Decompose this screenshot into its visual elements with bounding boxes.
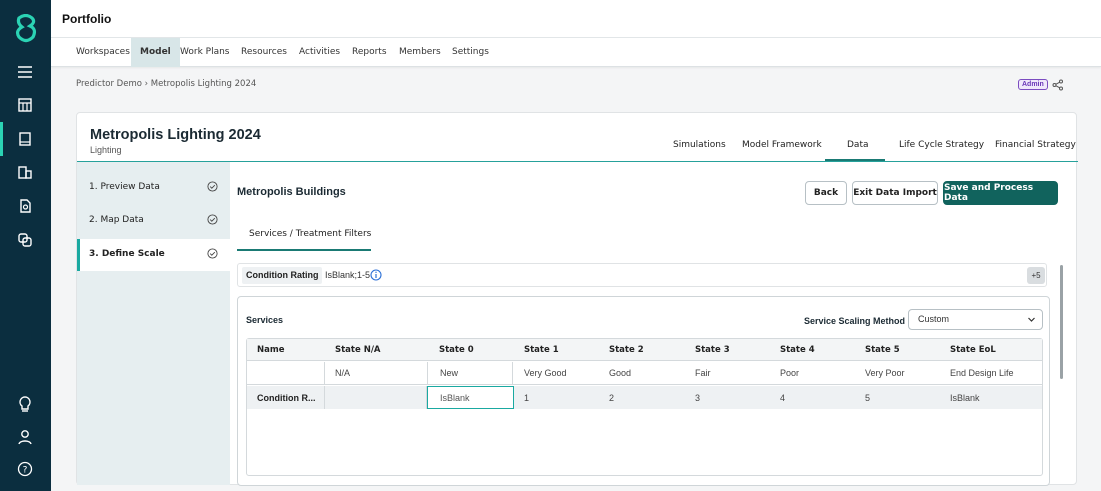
step-preview-data[interactable]: 1. Preview Data [77, 172, 230, 204]
exit-data-import-button[interactable]: Exit Data Import [852, 181, 938, 205]
table-cell: End Design Life [950, 368, 1014, 378]
back-button[interactable]: Back [805, 181, 847, 205]
table-cell: Good [609, 368, 632, 378]
app-title: Portfolio [62, 12, 112, 26]
info-icon[interactable] [370, 269, 382, 281]
vertical-scrollbar[interactable] [1060, 265, 1063, 379]
rail-active-indicator [0, 122, 3, 156]
nav-tab-work-plans[interactable]: Work Plans [180, 38, 230, 67]
step-define-scale[interactable]: 3. Define Scale [77, 239, 230, 271]
table-cell[interactable]: 2 [609, 386, 614, 409]
more-filters-chip[interactable]: +5 [1027, 267, 1045, 284]
editable-cell-state-0[interactable]: IsBlank [427, 386, 514, 409]
table-cell: Poor [780, 368, 800, 378]
tab-simulations[interactable]: Simulations [673, 140, 726, 150]
check-circle-icon [207, 214, 218, 225]
svg-text:?: ? [23, 466, 28, 476]
row-name-cell[interactable]: Condition R... [247, 386, 325, 409]
nav-tab-model[interactable]: Model [131, 38, 180, 67]
app-logo-icon[interactable] [13, 14, 39, 44]
chevron-down-icon [1028, 317, 1035, 322]
services-title: Services [246, 315, 284, 325]
section-title: Metropolis Buildings [237, 186, 346, 198]
user-icon[interactable] [13, 425, 37, 449]
column-header: State 2 [609, 344, 644, 355]
breadcrumb[interactable]: Predictor Demo › Metropolis Lighting 202… [76, 79, 256, 89]
table-cell [247, 362, 325, 384]
step-label: 1. Preview Data [89, 182, 160, 192]
nav-tab-settings[interactable]: Settings [452, 38, 489, 67]
table-cell: Very Good [524, 368, 567, 378]
menu-icon[interactable] [13, 60, 37, 84]
layers-icon[interactable] [13, 228, 37, 252]
table-cell[interactable]: 5 [865, 386, 870, 409]
column-header: State 4 [780, 344, 815, 355]
help-icon[interactable]: ? [13, 457, 37, 481]
page-subtitle: Lighting [90, 145, 122, 155]
scaling-method-label: Service Scaling Method [804, 316, 906, 326]
nav-tab-members[interactable]: Members [399, 38, 441, 67]
share-icon[interactable] [1052, 79, 1064, 91]
table-icon[interactable] [13, 93, 37, 117]
filter-chip-condition-rating[interactable]: Condition Rating [242, 267, 323, 284]
table-header-row: Name State N/A State 0 State 1 State 2 S… [247, 339, 1042, 361]
column-header: State 1 [524, 344, 559, 355]
services-table: Name State N/A State 0 State 1 State 2 S… [246, 338, 1043, 476]
left-rail: ? [0, 0, 51, 491]
save-and-process-button[interactable]: Save and Process Data [943, 181, 1058, 205]
table-cell[interactable]: 3 [695, 386, 700, 409]
column-header: State N/A [335, 344, 381, 355]
scaling-method-select[interactable]: Custom [908, 309, 1043, 330]
nav-tab-reports[interactable]: Reports [352, 38, 387, 67]
column-header: Name [257, 344, 285, 355]
step-label: 2. Map Data [89, 215, 144, 225]
buildings-icon[interactable] [13, 160, 37, 184]
column-header: State 3 [695, 344, 730, 355]
column-header: State 0 [439, 344, 474, 355]
table-subheader-row: N/A New Very Good Good Fair Poor Very Po… [247, 362, 1042, 385]
tab-data[interactable]: Data [847, 140, 869, 150]
model-icon[interactable] [13, 127, 37, 151]
document-icon[interactable] [13, 194, 37, 218]
table-cell: New [427, 362, 513, 384]
table-cell[interactable]: 4 [780, 386, 785, 409]
services-panel: Services Service Scaling Method Custom N… [237, 296, 1050, 486]
table-cell[interactable]: IsBlank [950, 386, 980, 409]
top-bar: Portfolio [51, 0, 1101, 38]
main-nav: Workspaces Model Work Plans Resources Ac… [51, 38, 1101, 67]
step-label: 3. Define Scale [89, 249, 165, 259]
scaling-method-value: Custom [918, 314, 950, 324]
filter-bar: Condition Rating IsBlank;1-5 +5 [237, 263, 1047, 287]
nav-tab-resources[interactable]: Resources [241, 38, 287, 67]
check-circle-icon [207, 181, 218, 192]
check-circle-icon [207, 248, 218, 259]
tab-services-treatment-filters[interactable]: Services / Treatment Filters [249, 229, 371, 239]
lightbulb-icon[interactable] [13, 392, 37, 416]
subtab-indicator [237, 249, 371, 251]
page-title: Metropolis Lighting 2024 [90, 127, 261, 143]
table-cell[interactable] [325, 386, 427, 409]
tab-model-framework[interactable]: Model Framework [742, 140, 822, 150]
column-header: State 5 [865, 344, 900, 355]
table-row: Condition R... IsBlank 1 2 3 4 5 IsBlank [247, 386, 1042, 409]
table-cell: Fair [695, 368, 711, 378]
table-cell: N/A [335, 368, 351, 378]
step-map-data[interactable]: 2. Map Data [77, 205, 230, 237]
tab-financial-strategy[interactable]: Financial Strategy [995, 140, 1076, 150]
filter-value: IsBlank;1-5 [325, 270, 371, 280]
model-card: Metropolis Lighting 2024 Lighting Simula… [76, 112, 1078, 486]
nav-tab-workspaces[interactable]: Workspaces [76, 38, 130, 67]
column-header: State EoL [950, 344, 996, 355]
tab-life-cycle-strategy[interactable]: Life Cycle Strategy [899, 140, 984, 150]
admin-badge: Admin [1018, 79, 1048, 90]
nav-tab-activities[interactable]: Activities [299, 38, 340, 67]
table-cell[interactable]: 1 [524, 386, 529, 409]
table-cell: Very Poor [865, 368, 905, 378]
steps-sidebar: 1. Preview Data 2. Map Data 3. Define Sc… [77, 162, 230, 485]
